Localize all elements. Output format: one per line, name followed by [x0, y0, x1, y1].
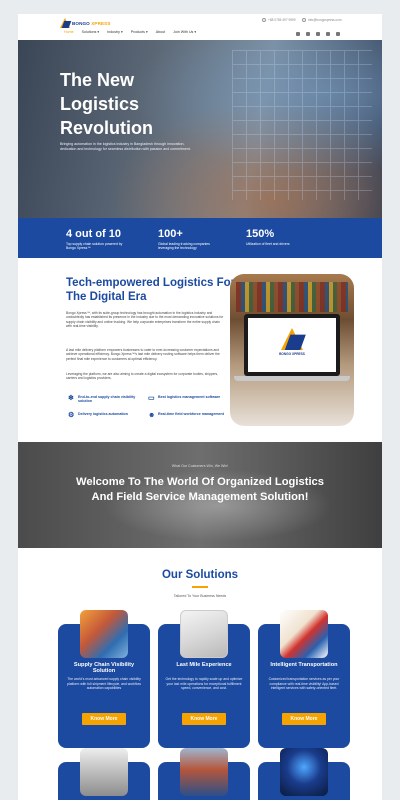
stat-number: 150% [246, 228, 275, 240]
about-paragraph: A last mile delivery platform empowers b… [66, 348, 220, 361]
hero-grid-overlay [232, 50, 372, 200]
nav-about[interactable]: About [156, 30, 165, 34]
title-underline [192, 586, 208, 588]
stat-number: 100+ [158, 228, 183, 240]
card-title: Supply Chain Visibility Solution [73, 662, 135, 675]
facebook-icon[interactable] [296, 32, 300, 36]
hero-title: The New Logistics Revolution [60, 70, 153, 138]
about-paragraph: Bongo Xpress™, with its suite-group tech… [66, 311, 224, 328]
stat-item: 100+ Global leading trucking companies l… [158, 228, 222, 250]
card-title: Intelligent Transportation [270, 662, 338, 668]
laptop-screen: BONGO XPRESS [248, 318, 336, 372]
monitor-icon: ▭ [148, 395, 155, 402]
stat-label: Global leading trucking companies levera… [158, 242, 210, 251]
nav-solutions[interactable]: Solutions ▾ [82, 30, 100, 34]
know-more-button[interactable]: Know More [282, 713, 326, 725]
welcome-title: Welcome To The World Of Organized Logist… [75, 476, 324, 503]
nav-home[interactable]: Home [64, 30, 74, 34]
solution-card: Intelligent Transportation Customized tr… [258, 610, 350, 748]
youtube-icon[interactable] [336, 32, 340, 36]
last-mile-image [180, 610, 228, 658]
laptop: BONGO XPRESS [244, 314, 340, 376]
main-nav: Home Solutions ▾ Industry ▾ Products ▾ A… [64, 30, 196, 34]
page: BONGO XPRESS +88 0755 497 9999 info@bong… [0, 0, 400, 800]
logo-text: BONGO [72, 20, 90, 26]
know-more-button[interactable]: Know More [182, 713, 226, 725]
brand-logo[interactable]: BONGO XPRESS [60, 16, 112, 30]
logo-mark-icon [281, 328, 306, 350]
transportation-image [280, 610, 328, 658]
phone-contact[interactable]: +88 0755 497 9999 [262, 18, 296, 22]
feature-item: ▭ Best logistics management software [148, 395, 221, 402]
card-description: The world's most advanced supply chain v… [67, 677, 141, 691]
nav-products[interactable]: Products ▾ [131, 30, 148, 34]
feature-item: ❄ End-to-end supply chain visibility sol… [68, 395, 136, 404]
nav-join-with-us[interactable]: Join With Us ▾ [173, 30, 196, 34]
solution-card [258, 748, 350, 800]
logo-sub-text: XPRESS [91, 20, 111, 26]
website-frame: BONGO XPRESS +88 0755 497 9999 info@bong… [18, 14, 382, 800]
screen-logo-text: BONGO XPRESS [279, 352, 305, 356]
logo-mark-icon [60, 18, 72, 28]
stat-item: 150% Utilization of fleet and drivers [246, 228, 310, 246]
solution-card [58, 748, 150, 800]
solution-card: Last Mile Experience Get the technology … [158, 610, 250, 748]
site-header: BONGO XPRESS +88 0755 497 9999 info@bong… [18, 14, 382, 40]
container-yard-image [180, 748, 228, 796]
nav-industry[interactable]: Industry ▾ [107, 30, 123, 34]
stat-item: 4 out of 10 Top supply chain solution po… [66, 228, 130, 250]
laptop-base [234, 376, 350, 381]
stats-band: 4 out of 10 Top supply chain solution po… [18, 218, 382, 258]
linkedin-icon[interactable] [326, 32, 330, 36]
network-image [280, 748, 328, 796]
card-title: Last Mile Experience [176, 662, 232, 668]
card-image [80, 748, 128, 796]
email-contact[interactable]: info@bongoxpress.com [302, 18, 342, 22]
stat-number: 4 out of 10 [66, 228, 122, 240]
team-icon: ☻ [148, 412, 156, 419]
solution-card [158, 748, 250, 800]
card-description: Get the technology to rapidly scale up a… [165, 677, 243, 691]
hero-subtitle: Bringing automation in the logistics ind… [60, 142, 191, 151]
phone-icon [262, 18, 266, 22]
solution-card: Supply Chain Visibility Solution The wor… [58, 610, 150, 748]
stat-label: Top supply chain solution powered by Bon… [66, 242, 123, 251]
feature-item: ⚙ Delivery logistics automation [68, 412, 128, 419]
stat-label: Utilization of fleet and drivers [246, 242, 290, 246]
phone-number: +88 0755 497 9999 [268, 18, 296, 22]
supply-chain-image [80, 610, 128, 658]
about-title: Tech-empowered Logistics For The Digital… [66, 277, 236, 303]
solutions-title: Our Solutions [161, 569, 239, 581]
mail-icon [302, 18, 306, 22]
welcome-pretitle: What Our Customers Win, We Win! [171, 464, 229, 468]
know-more-button[interactable]: Know More [82, 713, 126, 725]
card-description: Customized transportation services as pe… [268, 677, 340, 691]
bookshelf [236, 282, 348, 312]
snowflake-icon: ❄ [68, 395, 74, 402]
solutions-subtitle: Tailored To Your Business Needs [173, 594, 227, 598]
hero-banner: The New Logistics Revolution Bringing au… [18, 40, 382, 218]
social-links [296, 32, 340, 36]
laptop-photo: BONGO XPRESS [230, 274, 354, 426]
about-paragraph: Leveraging the platform, we are also aim… [66, 372, 219, 381]
handshake-icon: ⚙ [68, 412, 75, 419]
welcome-banner: What Our Customers Win, We Win! Welcome … [18, 442, 382, 548]
feature-item: ☻ Real-time field workforce management [148, 412, 224, 419]
instagram-icon[interactable] [306, 32, 310, 36]
twitter-icon[interactable] [316, 32, 320, 36]
email-address: info@bongoxpress.com [308, 18, 342, 22]
